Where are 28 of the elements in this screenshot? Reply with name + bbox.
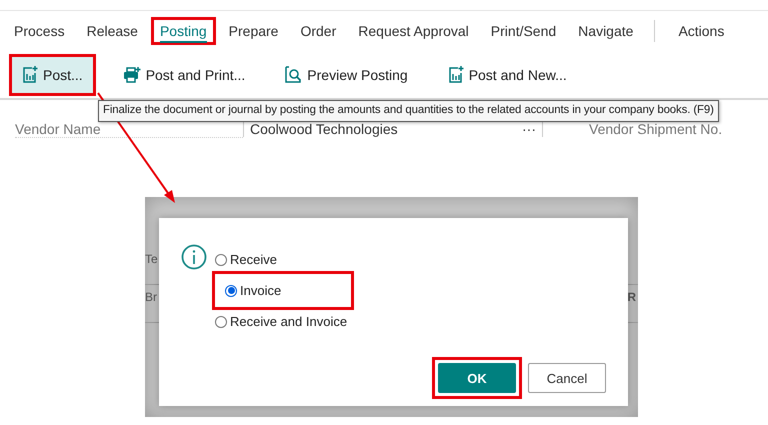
tab[interactable]: Navigate (569, 17, 642, 45)
tab[interactable]: Prepare (220, 17, 288, 45)
action-button[interactable]: Post... (12, 56, 93, 92)
info-icon (181, 244, 207, 270)
radio-option[interactable]: Invoice (215, 274, 352, 307)
field-label: Vendor Shipment No. (589, 121, 722, 137)
document-search-icon (285, 66, 302, 83)
tab[interactable]: Process (5, 17, 74, 45)
action-button[interactable]: Preview Posting (275, 56, 418, 92)
cancel-button[interactable]: Cancel (528, 363, 606, 393)
tab[interactable]: Request Approval (349, 17, 478, 45)
document-plus-icon (448, 66, 464, 83)
ok-button[interactable]: OK (438, 363, 516, 393)
action-button[interactable]: Post and Print... (112, 56, 256, 92)
radio-option[interactable]: Receive (215, 248, 352, 271)
tooltip: Finalize the document or journal by posting the amounts and quantities to the related accounts in your company books. (F9) (98, 100, 719, 122)
tab[interactable]: Print/Send (482, 17, 566, 45)
document-plus-icon (22, 66, 38, 83)
background-text: Te (145, 252, 158, 268)
radio-option[interactable]: Receive and Invoice (215, 310, 352, 333)
tab[interactable]: Order (291, 17, 346, 45)
actions-tab[interactable]: Actions (669, 17, 734, 45)
tab[interactable]: Release (78, 17, 147, 45)
tab[interactable]: Posting (150, 17, 216, 45)
printer-icon (122, 66, 141, 82)
action-button[interactable]: Post and New... (438, 56, 577, 92)
background-text: R (627, 290, 636, 306)
background-text: Br (145, 290, 157, 306)
